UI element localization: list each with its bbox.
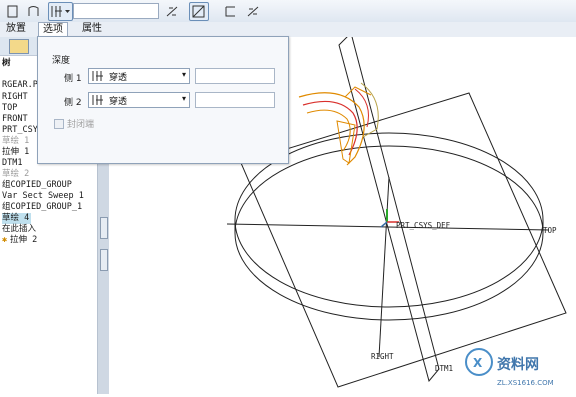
side1-label: 侧 1 [64,74,82,84]
solid-icon [7,5,18,18]
side1-depth-select[interactable]: 穿透 ▾ [88,68,190,84]
through-all-icon [92,71,103,81]
chevron-down-icon: ▾ [181,70,186,79]
tree-header: 树 [2,58,11,68]
thicken-icon [225,6,235,17]
through-all-icon [92,95,103,105]
side1-value: 穿透 [109,73,128,83]
right-plane-line [378,176,390,358]
tree-item-front[interactable]: FRONT [2,114,28,125]
tree-item-sketch-2[interactable]: 草绘 2 [2,169,29,180]
through-all-icon [51,6,70,17]
surface-icon [28,6,39,16]
tree-item-right[interactable]: RIGHT [2,92,28,103]
layer-icon[interactable] [9,39,29,54]
surface-extrude-button[interactable] [24,2,43,21]
svg-text:X: X [473,356,483,370]
flip-thicken-button[interactable] [244,2,262,21]
flip-thicken-icon [247,6,259,17]
flip-icon [166,6,178,17]
watermark-text: 资料网 [497,356,539,373]
solid-extrude-button[interactable] [3,2,22,21]
depth-label: 深度 [52,56,71,66]
capped-ends-checkbox[interactable] [54,119,64,129]
options-panel: 深度 侧 1 穿透 ▾ 侧 2 穿透 ▾ 封闭端 [37,36,289,164]
dashboard-toolbar [0,0,576,23]
tree-item-extrude-2[interactable]: ✱ 拉伸 2 [2,235,37,246]
watermark-url: ZL.XS1616.COM [497,379,554,387]
tree-item-extrude-1[interactable]: 拉伸 1 [2,147,29,158]
tree-item-dtm1[interactable]: DTM1 [2,158,22,169]
depth-option-dropdown[interactable] [48,2,73,21]
side2-depth-input[interactable] [195,92,275,108]
chevron-down-icon: ▾ [181,94,186,103]
tab-options[interactable]: 选项 [38,22,68,37]
tree-item-sketch-1[interactable]: 草绘 1 [2,136,29,147]
tab-properties[interactable]: 属性 [78,22,106,36]
tree-item-csys[interactable]: PRT_CSY [2,125,38,136]
splitter-handle[interactable] [100,217,108,239]
side2-depth-select[interactable]: 穿透 ▾ [88,92,190,108]
tree-item-copied-group[interactable]: 组COPIED_GROUP [2,180,72,191]
splitter-handle-2[interactable] [100,249,108,271]
watermark: X 资料网 ZL.XS1616.COM [465,348,554,387]
top-plane-label: TOP [543,226,557,235]
tree-item-var-sect-sweep[interactable]: Var Sect Sweep 1 [2,191,84,202]
depth-value-input[interactable] [73,3,159,19]
side2-label: 侧 2 [64,98,82,108]
tree-item-insert-here[interactable]: 在此插入 [2,224,36,235]
tree-item-top[interactable]: TOP [2,103,17,114]
remove-material-button[interactable] [189,2,209,21]
tree-item-extrude-2-label: 拉伸 2 [10,235,38,245]
thicken-button[interactable] [222,2,240,21]
datum-plane-outline [240,92,567,388]
tree-item-sketch-4[interactable]: 草绘 4 [2,213,32,224]
right-plane-label: RIGHT [371,352,394,361]
tree-item-copied-group-1[interactable]: 组COPIED_GROUP_1 [2,202,82,213]
dtm1-label: DTM1 [435,364,453,373]
flip-direction-button[interactable] [163,2,181,21]
remove-material-icon [192,5,205,18]
side2-value: 穿透 [109,97,128,107]
csys-label: PRT_CSYS_DEF [396,221,451,230]
star-icon: ✱ [2,235,8,245]
side1-depth-input[interactable] [195,68,275,84]
tab-placement[interactable]: 放置 [2,22,30,36]
capped-ends-label: 封闭端 [67,120,95,130]
